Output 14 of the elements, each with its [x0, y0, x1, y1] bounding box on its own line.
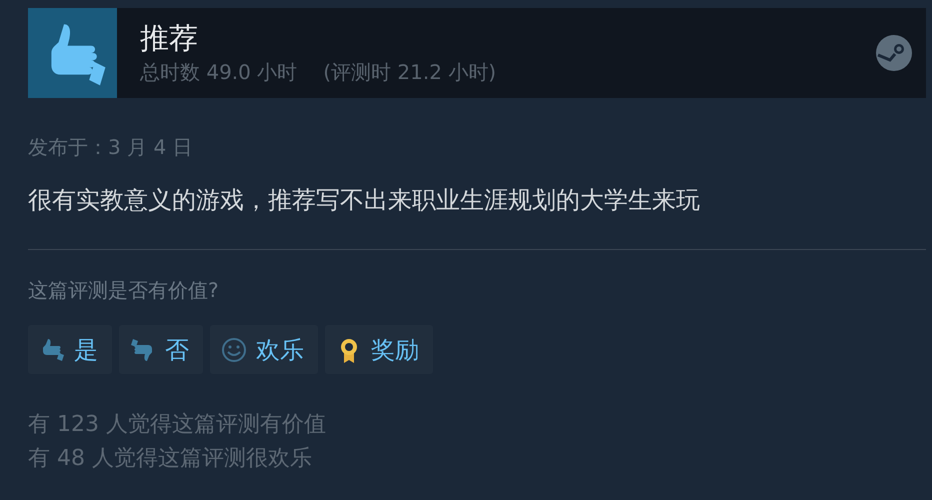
posted-date: 发布于：3 月 4 日	[28, 134, 194, 161]
review-text: 很有实教意义的游戏，推荐写不出来职业生涯规划的大学生来玩	[28, 185, 701, 216]
funny-button[interactable]: 欢乐	[210, 325, 318, 374]
review-verdict: 推荐	[140, 20, 199, 57]
smiley-icon	[220, 336, 248, 364]
playtime-text: 总时数 49.0 小时	[140, 59, 298, 86]
no-button[interactable]: 否	[119, 325, 203, 374]
award-button[interactable]: 奖励	[325, 325, 433, 374]
yes-button[interactable]: 是	[28, 325, 112, 374]
steam-logo-icon	[876, 35, 912, 71]
helpful-question: 这篇评测是否有价值?	[28, 277, 220, 304]
vote-count: 有 48 人觉得这篇评测很欢乐	[28, 445, 313, 473]
review-playtime-text: (评测时 21.2 小时)	[323, 59, 496, 86]
vote-count: 有 123 人觉得这篇评测有价值	[28, 411, 327, 439]
